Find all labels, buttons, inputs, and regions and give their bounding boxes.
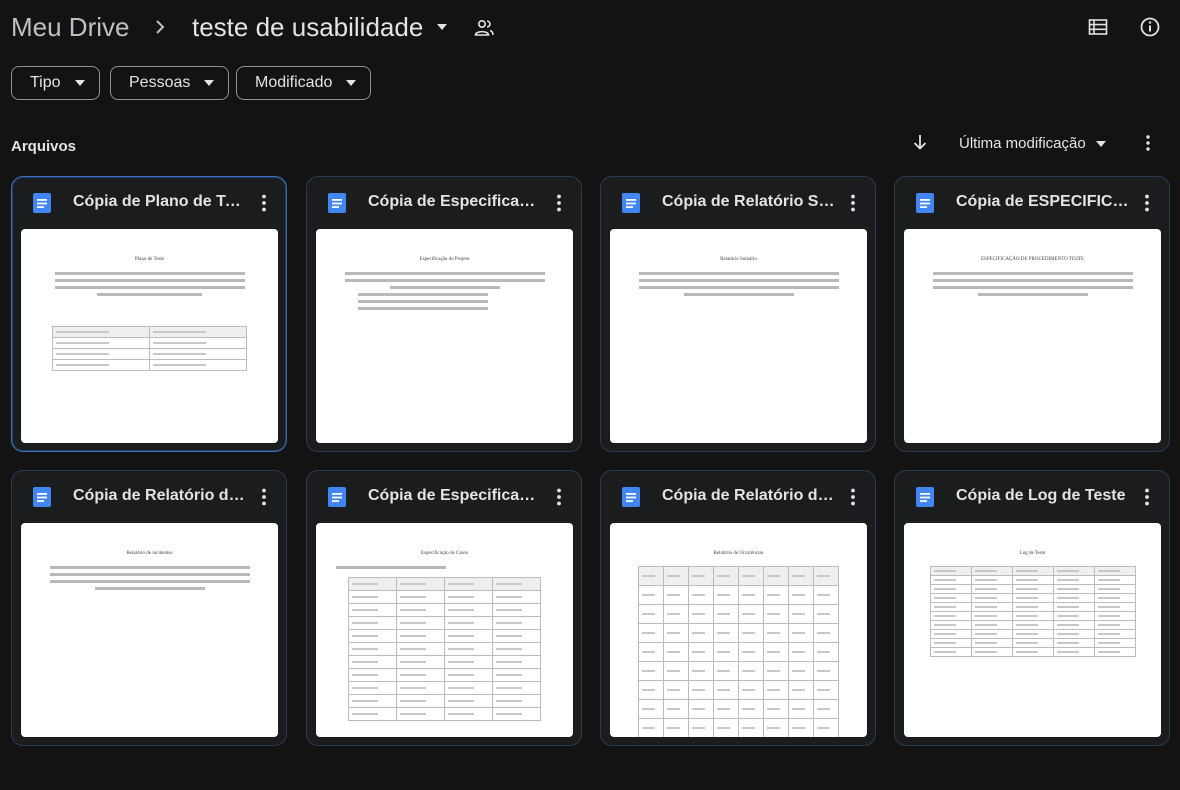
file-card[interactable]: Cópia de Especificação de Casos Especific… bbox=[306, 470, 582, 746]
caret-down-icon bbox=[204, 80, 215, 86]
file-thumbnail[interactable]: Plano de Teste bbox=[21, 229, 278, 443]
thumbnail-heading: Relatório de Ocorrências bbox=[713, 551, 764, 556]
file-thumbnail[interactable]: Relatório Sumário bbox=[610, 229, 867, 443]
more-vert-icon[interactable] bbox=[252, 485, 276, 509]
google-docs-icon bbox=[622, 487, 640, 507]
thumbnail-heading: Relatório Sumário bbox=[720, 257, 757, 262]
file-thumbnail[interactable]: Especificação do Projeto bbox=[316, 229, 573, 443]
google-docs-icon bbox=[33, 487, 51, 507]
breadcrumb-current[interactable]: teste de usabilidade bbox=[192, 12, 423, 43]
file-card[interactable]: Cópia de Relatório Sumário Relatório Sumá… bbox=[600, 176, 876, 452]
thumbnail-heading: Relatório de incidentes bbox=[126, 551, 173, 556]
thumbnail-heading: Especificação de Casos bbox=[421, 551, 468, 556]
more-vert-icon[interactable] bbox=[841, 485, 865, 509]
file-thumbnail[interactable]: Especificação de Casos bbox=[316, 523, 573, 737]
thumbnail-heading: Plano de Teste bbox=[135, 257, 164, 262]
more-vert-icon[interactable] bbox=[1135, 191, 1159, 215]
more-vert-icon[interactable] bbox=[841, 191, 865, 215]
more-vert-icon[interactable] bbox=[547, 191, 571, 215]
file-thumbnail[interactable]: Relatório de Ocorrências bbox=[610, 523, 867, 737]
more-vert-icon[interactable] bbox=[547, 485, 571, 509]
google-docs-icon bbox=[328, 193, 346, 213]
file-title: Cópia de Relatório de Ocorrências bbox=[662, 487, 837, 504]
info-icon[interactable] bbox=[1138, 15, 1162, 39]
file-thumbnail[interactable]: Log de Teste bbox=[904, 523, 1161, 737]
file-title: Cópia de Especificação do Projeto bbox=[368, 193, 543, 210]
file-card[interactable]: Cópia de Relatório de Ocorrências Relatór… bbox=[600, 470, 876, 746]
file-thumbnail[interactable]: ESPECIFICAÇÃO DE PROCEDIMENTO TESTE bbox=[904, 229, 1161, 443]
file-thumbnail[interactable]: Relatório de incidentes bbox=[21, 523, 278, 737]
caret-down-icon[interactable] bbox=[1096, 141, 1106, 147]
file-title: Cópia de Log de Teste bbox=[956, 487, 1126, 504]
caret-down-icon[interactable] bbox=[436, 22, 448, 32]
file-card[interactable]: Cópia de ESPECIFICAÇÃO DE PROCEDIMENTO T… bbox=[894, 176, 1170, 452]
google-docs-icon bbox=[33, 193, 51, 213]
file-card[interactable]: Cópia de Relatório de Incidentes Relatóri… bbox=[11, 470, 287, 746]
filter-type-chip[interactable]: Tipo bbox=[11, 66, 100, 100]
file-title: Cópia de Especificação de Casos bbox=[368, 487, 543, 504]
shared-people-icon[interactable] bbox=[472, 16, 496, 40]
google-docs-icon bbox=[622, 193, 640, 213]
file-title: Cópia de ESPECIFICAÇÃO DE PROCEDIMENTO T… bbox=[956, 193, 1131, 210]
filter-modified-label: Modificado bbox=[255, 74, 333, 91]
filter-people-chip[interactable]: Pessoas bbox=[110, 66, 230, 100]
caret-down-icon bbox=[346, 80, 357, 86]
google-docs-icon bbox=[916, 193, 934, 213]
more-vert-icon[interactable] bbox=[252, 191, 276, 215]
chevron-right-icon bbox=[156, 20, 165, 34]
file-title: Cópia de Relatório de Incidentes bbox=[73, 487, 248, 504]
arrow-down-icon[interactable] bbox=[910, 132, 930, 152]
thumbnail-heading: Especificação do Projeto bbox=[419, 257, 470, 262]
breadcrumb-root[interactable]: Meu Drive bbox=[11, 12, 129, 43]
file-title: Cópia de Relatório Sumário bbox=[662, 193, 837, 210]
section-title: Arquivos bbox=[11, 138, 77, 155]
thumbnail-heading: ESPECIFICAÇÃO DE PROCEDIMENTO TESTE bbox=[980, 257, 1085, 262]
google-docs-icon bbox=[916, 487, 934, 507]
file-card[interactable]: Cópia de Especificação do Projeto Especif… bbox=[306, 176, 582, 452]
file-card[interactable]: Cópia de Log de Teste Log de Teste bbox=[894, 470, 1170, 746]
filter-modified-chip[interactable]: Modificado bbox=[236, 66, 372, 100]
filter-type-label: Tipo bbox=[30, 74, 61, 91]
file-card[interactable]: Cópia de Plano de Teste Plano de Teste bbox=[11, 176, 287, 452]
filter-people-label: Pessoas bbox=[129, 74, 191, 91]
more-vert-icon[interactable] bbox=[1135, 485, 1159, 509]
thumbnail-heading: Log de Teste bbox=[1019, 551, 1046, 556]
sort-selector[interactable]: Última modificação bbox=[959, 135, 1086, 152]
file-title: Cópia de Plano de Teste bbox=[73, 193, 248, 210]
google-docs-icon bbox=[328, 487, 346, 507]
list-view-icon[interactable] bbox=[1086, 15, 1110, 39]
top-bar: Meu Drive teste de usabilidade bbox=[0, 0, 1180, 56]
caret-down-icon bbox=[74, 80, 85, 86]
more-vert-icon[interactable] bbox=[1138, 133, 1158, 153]
